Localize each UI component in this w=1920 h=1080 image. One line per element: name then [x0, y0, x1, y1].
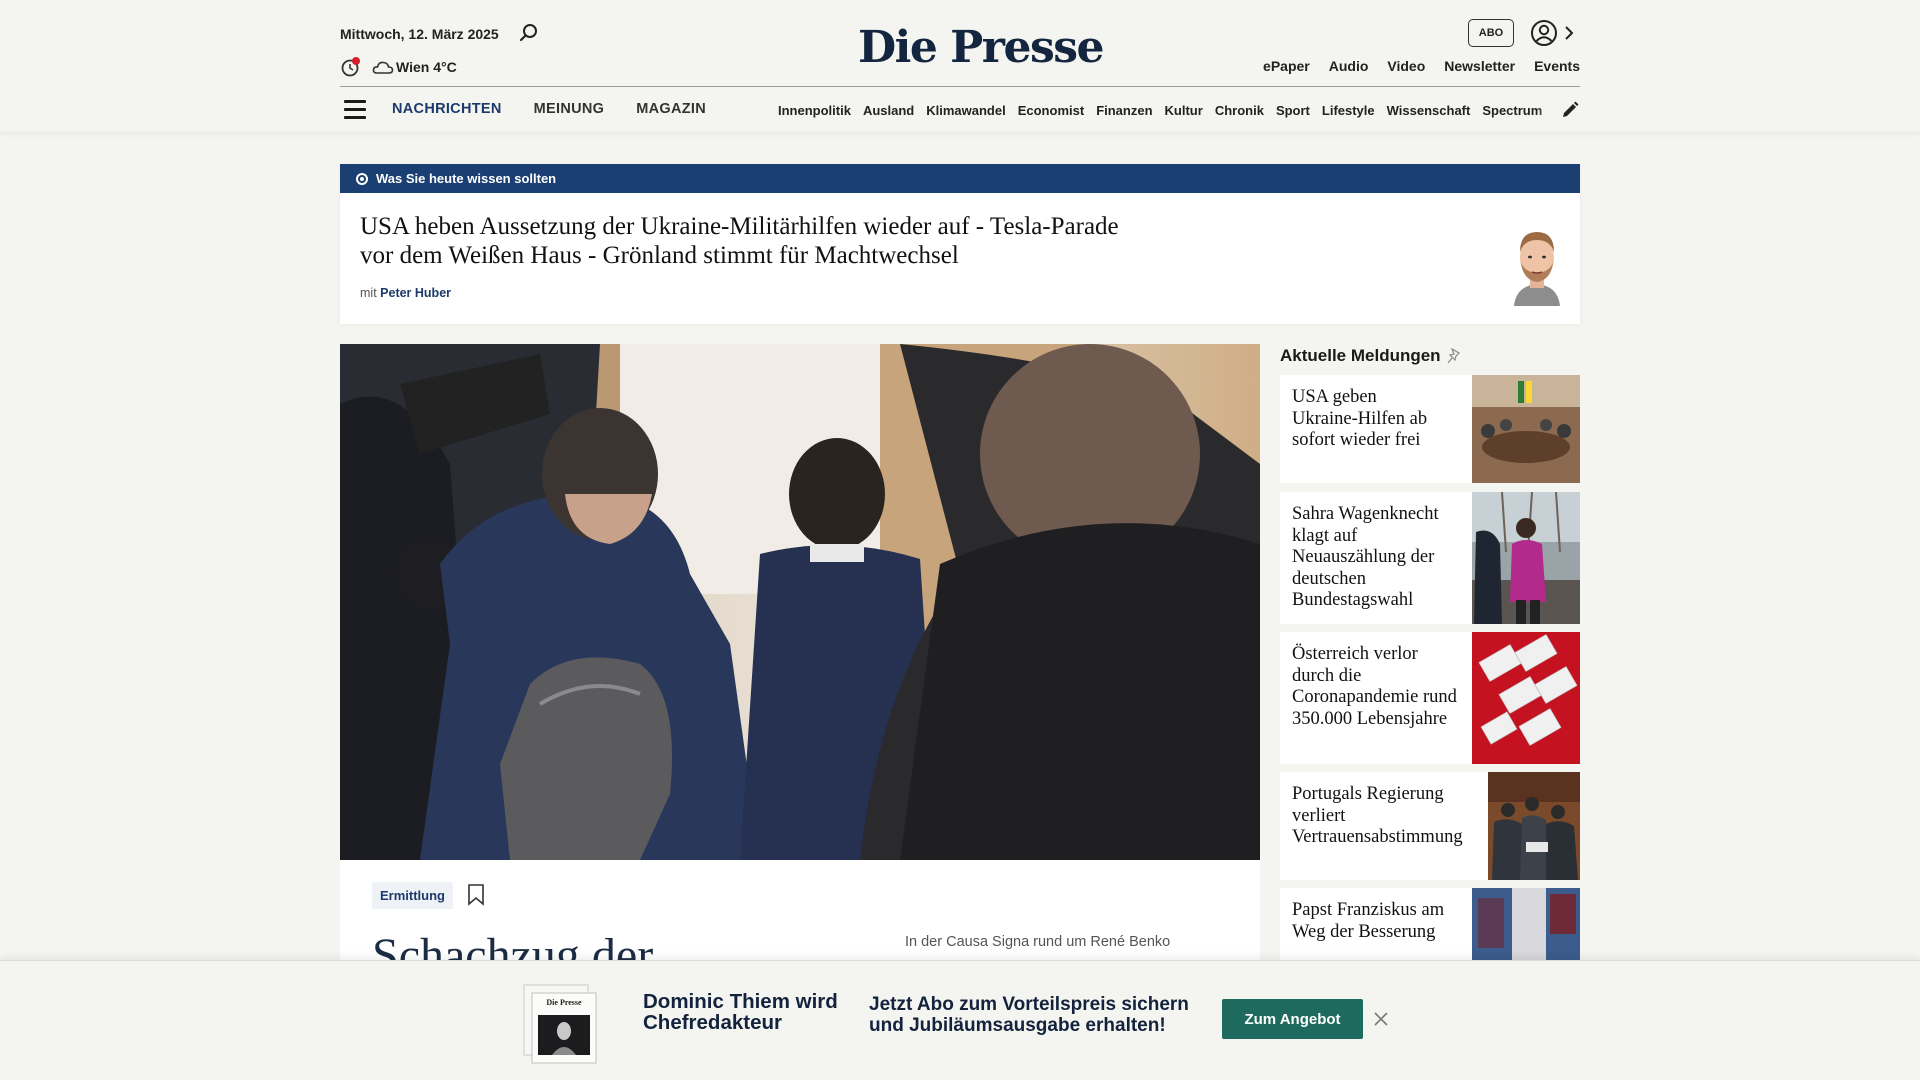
hero-lead: In der Causa Signa rund um René Benko [905, 934, 1171, 950]
nav-meinung[interactable]: MEINUNG [534, 101, 605, 117]
nav-nachrichten[interactable]: NACHRICHTEN [392, 101, 502, 117]
abo-button[interactable]: ABO [1468, 19, 1514, 47]
section-finanzen[interactable]: Finanzen [1096, 103, 1152, 118]
pen-icon[interactable] [1560, 100, 1580, 120]
close-icon[interactable] [1374, 1012, 1388, 1026]
news-item-thumbnail [1488, 772, 1580, 880]
header-inner: Mittwoch, 12. März 2025 Wien 4°C Die Pre… [340, 0, 1580, 132]
section-spectrum[interactable]: Spectrum [1482, 103, 1542, 118]
offer-button[interactable]: Zum Angebot [1222, 999, 1363, 1039]
news-item-title: Österreich verlor durch die Coronapandem… [1292, 644, 1457, 729]
news-item[interactable]: Sahra Wagenknecht klagt auf Neuauszählun… [1280, 492, 1580, 624]
briefing-label: Was Sie heute wissen sollten [376, 171, 557, 186]
news-item-title: Papst Franziskus am Weg der Besserung [1292, 900, 1445, 942]
section-ausland[interactable]: Ausland [863, 103, 914, 118]
sidebar-title: Aktuelle Meldungen [1280, 346, 1441, 365]
news-item-thumbnail [1472, 632, 1580, 764]
byline-author[interactable]: Peter Huber [380, 286, 451, 300]
hero-image[interactable] [340, 344, 1260, 860]
section-kultur[interactable]: Kultur [1165, 103, 1203, 118]
section-sport[interactable]: Sport [1276, 103, 1310, 118]
search-icon[interactable] [518, 22, 540, 44]
user-icon[interactable] [1530, 19, 1558, 47]
section-lifestyle[interactable]: Lifestyle [1322, 103, 1375, 118]
top-link-video[interactable]: Video [1387, 58, 1425, 74]
notification-icon[interactable] [340, 56, 362, 78]
author-avatar [1514, 232, 1560, 306]
briefing-byline: mit Peter Huber [360, 286, 451, 300]
live-dot-icon [356, 172, 368, 185]
promo-offer: Jetzt Abo zum Vorteilspreis sichern und … [869, 994, 1189, 1036]
hamburger-icon[interactable] [344, 100, 366, 120]
top-links: ePaper Audio Video Newsletter Events [1263, 58, 1580, 74]
news-item[interactable]: Papst Franziskus am Weg der Besserung [1280, 888, 1580, 960]
news-item[interactable]: USA geben Ukraine-Hilfen ab sofort wiede… [1280, 375, 1580, 483]
promo-headline: Dominic Thiem wird Chefredakteur [643, 990, 838, 1034]
header-divider [340, 86, 1580, 87]
pin-icon [1447, 348, 1460, 364]
briefing-bar: Was Sie heute wissen sollten [340, 164, 1580, 193]
paper-logo: Die Presse [546, 998, 582, 1007]
top-link-newsletter[interactable]: Newsletter [1444, 58, 1515, 74]
daily-briefing-card[interactable]: Was Sie heute wissen sollten USA heben A… [340, 164, 1580, 324]
section-nav: Innenpolitik Ausland Klimawandel Economist F… [778, 103, 1882, 118]
section-economist[interactable]: Economist [1018, 103, 1084, 118]
bookmark-icon[interactable] [467, 884, 485, 906]
top-link-audio[interactable]: Audio [1329, 58, 1369, 74]
weather-readout: Wien 4°C [396, 59, 457, 75]
news-item-title: Portugals Regierung verliert Vertrauensa… [1292, 784, 1463, 847]
main-nav: NACHRICHTEN MEINUNG MAGAZIN [392, 101, 706, 117]
section-wissenschaft[interactable]: Wissenschaft [1387, 103, 1471, 118]
news-item[interactable]: Portugals Regierung verliert Vertrauensa… [1280, 772, 1580, 880]
nav-magazin[interactable]: MAGAZIN [636, 101, 706, 117]
newspaper-image: Die Presse [523, 984, 597, 1064]
news-item[interactable]: Österreich verlor durch die Coronapandem… [1280, 632, 1580, 764]
briefing-title[interactable]: USA heben Aussetzung der Ukraine-Militär… [360, 212, 1120, 270]
sidebar-heading: Aktuelle Meldungen [1280, 346, 1462, 366]
cloud-icon [372, 61, 394, 74]
site-logo[interactable]: Die Presse [858, 22, 1104, 73]
news-item-title: Sahra Wagenknecht klagt auf Neuauszählun… [1292, 504, 1439, 610]
byline-prefix: mit [360, 286, 377, 300]
news-item-thumbnail [1472, 375, 1580, 483]
section-chronik[interactable]: Chronik [1215, 103, 1264, 118]
subscription-banner: Die Presse Dominic Thiem wird Chefredakt… [0, 960, 1920, 1080]
current-date: Mittwoch, 12. März 2025 [340, 26, 499, 42]
site-header: Mittwoch, 12. März 2025 Wien 4°C Die Pre… [0, 0, 1920, 132]
section-innenpolitik[interactable]: Innenpolitik [778, 103, 851, 118]
news-item-thumbnail [1472, 492, 1580, 624]
article-tag[interactable]: Ermittlung [372, 882, 453, 909]
top-link-epaper[interactable]: ePaper [1263, 58, 1310, 74]
top-link-events[interactable]: Events [1534, 58, 1580, 74]
section-klimawandel[interactable]: Klimawandel [926, 103, 1005, 118]
news-item-thumbnail [1472, 888, 1580, 960]
chevron-right-icon[interactable] [1562, 24, 1576, 42]
news-item-title: USA geben Ukraine-Hilfen ab sofort wiede… [1292, 387, 1428, 450]
hero-photo [340, 344, 1260, 860]
